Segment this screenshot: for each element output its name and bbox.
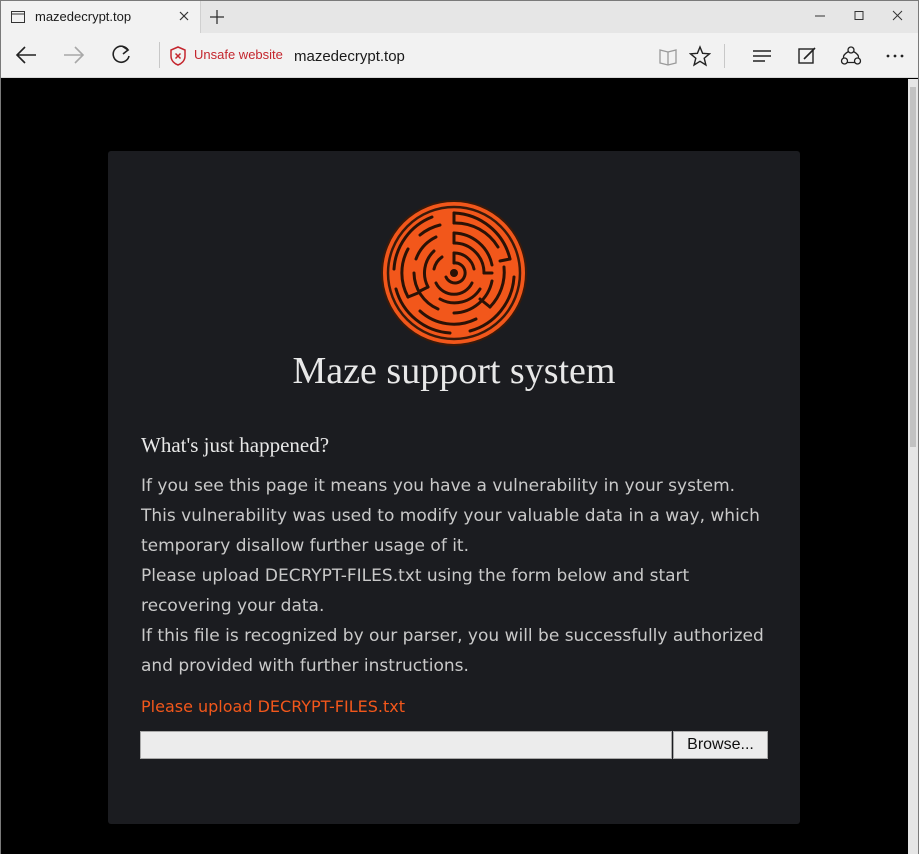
page-viewport: Maze support system What's just happened… <box>1 79 918 854</box>
page-icon <box>11 11 25 23</box>
instruction-line: temporary disallow further usage of it. <box>141 536 470 556</box>
reading-view-icon[interactable] <box>657 45 679 67</box>
upload-label: Please upload DECRYPT-FILES.txt <box>141 697 405 716</box>
tab-title: mazedecrypt.top <box>35 9 132 24</box>
web-note-icon[interactable] <box>796 45 818 67</box>
close-window-icon[interactable] <box>888 7 908 25</box>
share-icon[interactable] <box>840 45 862 67</box>
page-title: Maze support system <box>292 350 616 392</box>
favorite-star-icon[interactable] <box>689 45 711 67</box>
close-tab-icon[interactable] <box>177 9 191 23</box>
instruction-line: This vulnerability was used to modify yo… <box>141 506 760 526</box>
new-tab-icon[interactable] <box>209 9 225 25</box>
browser-window: mazedecrypt.top Unsafe website mazedecry… <box>0 0 919 854</box>
instruction-line: recovering your data. <box>141 596 325 616</box>
maze-logo-icon <box>381 200 527 346</box>
browser-tab[interactable]: mazedecrypt.top <box>1 1 201 33</box>
section-heading: What's just happened? <box>141 433 330 457</box>
navigation-bar: Unsafe website mazedecrypt.top <box>1 33 918 78</box>
instruction-line: and provided with further instructions. <box>141 656 469 676</box>
refresh-icon[interactable] <box>110 44 134 66</box>
toolbar-divider-right <box>724 44 725 68</box>
unsafe-shield-icon[interactable] <box>169 46 187 66</box>
vertical-scrollbar[interactable] <box>908 79 918 854</box>
browse-button[interactable]: Browse... <box>673 731 768 759</box>
scrollbar-thumb[interactable] <box>910 87 916 447</box>
instructions-text: If you see this page it means you have a… <box>141 471 771 681</box>
unsafe-website-label[interactable]: Unsafe website <box>194 47 283 62</box>
file-path-input[interactable] <box>140 731 672 759</box>
back-icon[interactable] <box>14 44 38 66</box>
maximize-icon[interactable] <box>849 7 869 25</box>
forward-icon[interactable] <box>62 44 86 66</box>
instruction-line: If this file is recognized by our parser… <box>141 626 764 646</box>
address-bar[interactable]: mazedecrypt.top <box>294 48 405 65</box>
toolbar-divider <box>159 42 160 68</box>
hub-icon[interactable] <box>751 45 773 67</box>
support-panel: Maze support system What's just happened… <box>108 151 800 824</box>
instruction-line: Please upload DECRYPT-FILES.txt using th… <box>141 566 690 586</box>
more-options-icon[interactable] <box>884 45 906 67</box>
minimize-icon[interactable] <box>810 7 830 25</box>
tab-strip: mazedecrypt.top <box>1 1 918 33</box>
instruction-line: If you see this page it means you have a… <box>141 476 736 496</box>
